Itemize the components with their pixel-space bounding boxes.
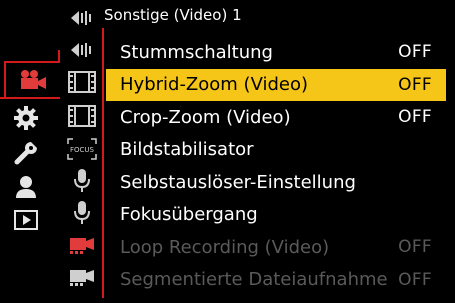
white-video-camera-icon xyxy=(70,270,94,286)
menu-item-fokusuebergang[interactable]: Fokusübergang xyxy=(106,199,446,232)
microphone-icon xyxy=(74,169,90,192)
sub-tab-4[interactable] xyxy=(64,101,100,131)
menu-item-bildstabilisator[interactable]: Bildstabilisator xyxy=(106,134,446,167)
sub-tab-5[interactable]: FOCUS xyxy=(64,134,100,164)
menu-item-crop-zoom[interactable]: Crop-Zoom (Video) OFF xyxy=(106,101,446,134)
menu-item-label: Fokusübergang xyxy=(120,204,258,226)
wrench-icon xyxy=(14,142,38,165)
main-category-column xyxy=(0,0,60,303)
menu-item-label: Hybrid-Zoom (Video) xyxy=(120,74,309,96)
red-frame-right xyxy=(102,28,104,298)
main-cat-setup[interactable] xyxy=(6,138,46,168)
menu-item-segmentierte-dateiaufnahme: Segmentierte Dateiaufnahme OFF xyxy=(106,264,446,297)
menu-item-label: Stummschaltung xyxy=(120,41,273,63)
menu-item-selbstausloeser[interactable]: Selbstauslöser-Einstellung xyxy=(106,166,446,199)
menu-item-value: OFF xyxy=(398,74,432,95)
sub-tab-9[interactable] xyxy=(64,262,100,292)
menu-item-stummschaltung[interactable]: Stummschaltung OFF xyxy=(106,36,446,69)
sub-tab-2[interactable] xyxy=(64,35,100,65)
gear-icon xyxy=(14,106,38,130)
microphone-icon xyxy=(74,201,90,224)
menu-item-value: OFF xyxy=(398,269,432,290)
main-cat-playback[interactable] xyxy=(6,205,46,235)
sub-tab-7[interactable] xyxy=(64,198,100,228)
menu-list: Stummschaltung OFF Hybrid-Zoom (Video) O… xyxy=(106,36,446,296)
menu-item-label: Segmentierte Dateiaufnahme xyxy=(120,269,388,291)
person-icon xyxy=(16,176,36,198)
focus-label: FOCUS xyxy=(70,146,95,154)
sound-wave-icon xyxy=(71,11,91,25)
menu-item-loop-recording: Loop Recording (Video) OFF xyxy=(106,231,446,264)
sub-tab-6[interactable] xyxy=(64,166,100,196)
main-cat-my-menu[interactable] xyxy=(6,172,46,202)
focus-icon: FOCUS xyxy=(67,138,97,160)
menu-item-value: OFF xyxy=(398,107,432,128)
menu-item-value: OFF xyxy=(398,237,432,258)
menu-item-hybrid-zoom[interactable]: Hybrid-Zoom (Video) OFF xyxy=(106,68,446,101)
video-camera-icon xyxy=(21,70,46,89)
playback-icon xyxy=(14,210,38,230)
sub-tab-column: FOCUS xyxy=(60,0,102,303)
sub-tab-8[interactable] xyxy=(64,230,100,260)
sub-tab-1[interactable] xyxy=(64,3,100,33)
red-video-camera-icon xyxy=(70,238,94,254)
film-strip-icon xyxy=(68,71,96,93)
main-cat-custom[interactable] xyxy=(6,103,46,133)
film-strip-icon xyxy=(68,105,96,127)
menu-item-label: Loop Recording (Video) xyxy=(120,236,330,258)
menu-item-value: OFF xyxy=(398,42,432,63)
menu-item-label: Selbstauslöser-Einstellung xyxy=(120,171,356,193)
page-title: Sonstige (Video) 1 xyxy=(104,6,242,24)
main-cat-video[interactable] xyxy=(4,61,60,99)
sub-tab-3[interactable] xyxy=(64,67,100,97)
sound-wave-icon xyxy=(71,43,91,57)
menu-item-label: Bildstabilisator xyxy=(120,139,254,161)
menu-item-label: Crop-Zoom (Video) xyxy=(120,106,291,128)
